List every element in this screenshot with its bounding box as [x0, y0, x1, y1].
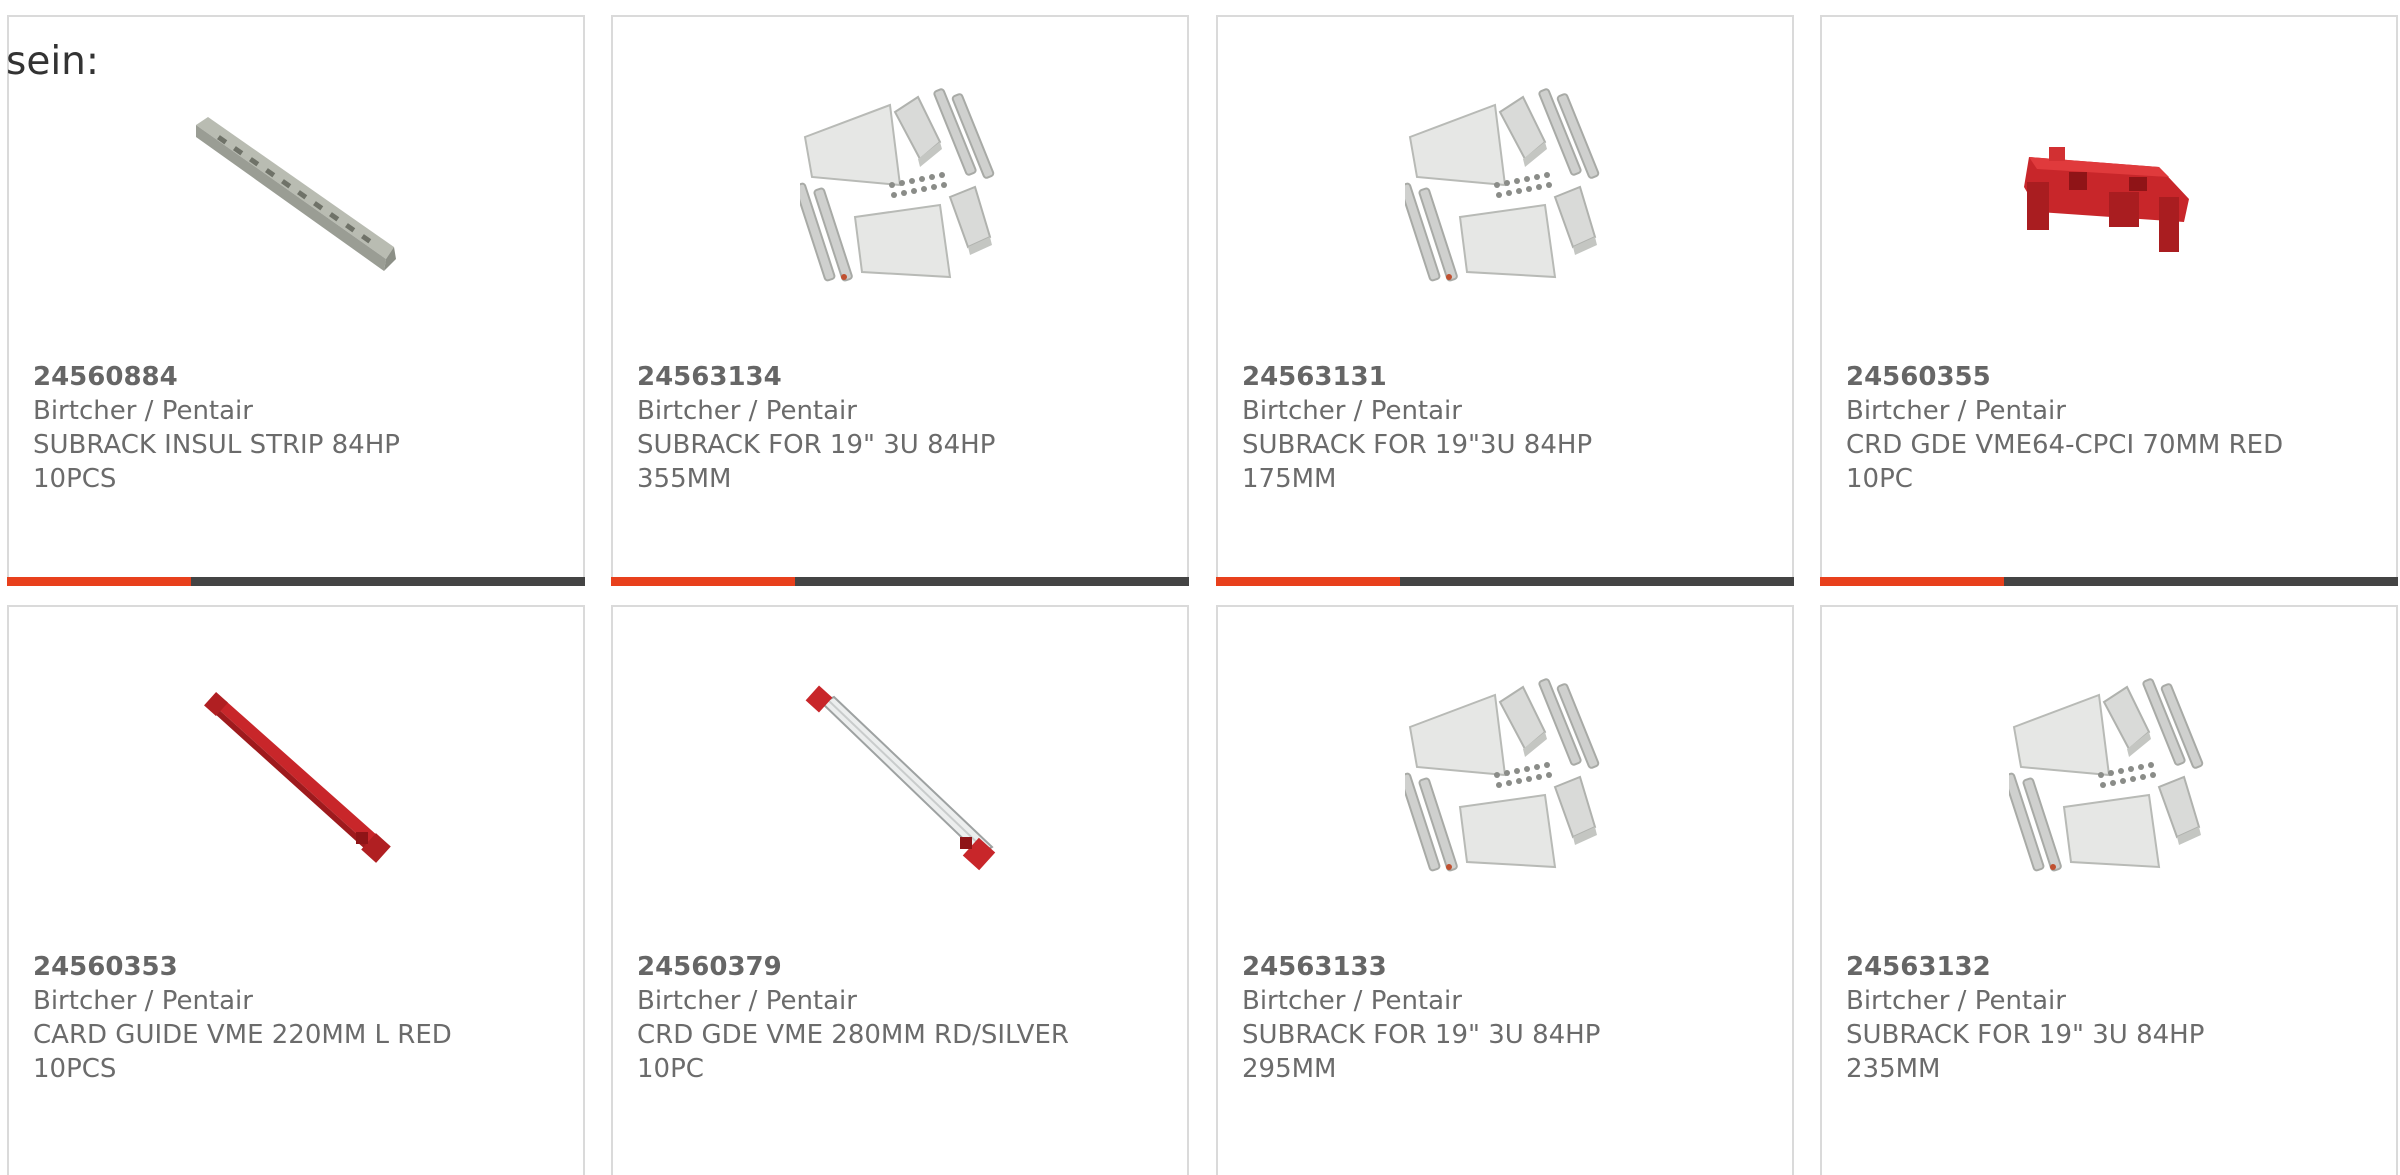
- product-card[interactable]: 24563131 Birtcher / Pentair SUBRACK FOR …: [1216, 15, 1794, 586]
- product-card[interactable]: 24560355 Birtcher / Pentair CRD GDE VME6…: [1820, 15, 2398, 586]
- insulating-strip-icon[interactable]: [196, 87, 396, 287]
- card-footer-bar: [1216, 577, 1794, 586]
- subrack-kit-icon[interactable]: [800, 87, 1000, 287]
- description-line-2: 10PCS: [33, 464, 117, 494]
- description-line-1: SUBRACK INSUL STRIP 84HP: [33, 430, 400, 460]
- description-line-1: SUBRACK FOR 19"3U 84HP: [1242, 430, 1593, 460]
- product-info: 24563131 Birtcher / Pentair SUBRACK FOR …: [1242, 360, 1762, 496]
- description-line-2: 10PC: [1846, 464, 1913, 494]
- card-footer-accent: [7, 577, 191, 586]
- card-footer-bar: [1820, 577, 2398, 586]
- manufacturer: Birtcher / Pentair: [1242, 396, 1462, 426]
- product-info: 24563132 Birtcher / Pentair SUBRACK FOR …: [1846, 950, 2366, 1086]
- card-footer-accent: [611, 577, 795, 586]
- description-line-2: 355MM: [637, 464, 732, 494]
- page-heading: sein:: [6, 39, 100, 84]
- product-info: 24560355 Birtcher / Pentair CRD GDE VME6…: [1846, 360, 2366, 496]
- manufacturer: Birtcher / Pentair: [637, 986, 857, 1016]
- subrack-kit-icon[interactable]: [2009, 677, 2209, 877]
- description-line-1: CRD GDE VME 280MM RD/SILVER: [637, 1020, 1069, 1050]
- description-line-2: 10PCS: [33, 1054, 117, 1084]
- part-number[interactable]: 24560884: [33, 360, 553, 394]
- red-card-guide-long-icon[interactable]: [196, 677, 396, 877]
- part-number[interactable]: 24560355: [1846, 360, 2366, 394]
- description-line-1: SUBRACK FOR 19" 3U 84HP: [1242, 1020, 1601, 1050]
- manufacturer: Birtcher / Pentair: [1846, 986, 2066, 1016]
- manufacturer: Birtcher / Pentair: [637, 396, 857, 426]
- product-info: 24560884 Birtcher / Pentair SUBRACK INSU…: [33, 360, 553, 496]
- part-number[interactable]: 24563134: [637, 360, 1157, 394]
- part-number[interactable]: 24563132: [1846, 950, 2366, 984]
- card-footer-bar: [7, 577, 585, 586]
- product-info: 24560353 Birtcher / Pentair CARD GUIDE V…: [33, 950, 553, 1086]
- description-line-2: 235MM: [1846, 1054, 1941, 1084]
- description-line-1: SUBRACK FOR 19" 3U 84HP: [1846, 1020, 2205, 1050]
- part-number[interactable]: 24560353: [33, 950, 553, 984]
- subrack-kit-icon[interactable]: [1405, 677, 1605, 877]
- description-line-2: 175MM: [1242, 464, 1337, 494]
- red-card-guide-short-icon[interactable]: [2009, 87, 2209, 287]
- product-info: 24563134 Birtcher / Pentair SUBRACK FOR …: [637, 360, 1157, 496]
- part-number[interactable]: 24563133: [1242, 950, 1762, 984]
- product-card[interactable]: 24563134 Birtcher / Pentair SUBRACK FOR …: [611, 15, 1189, 586]
- card-footer-bar: [611, 577, 1189, 586]
- description-line-1: SUBRACK FOR 19" 3U 84HP: [637, 430, 996, 460]
- product-card[interactable]: 24560353 Birtcher / Pentair CARD GUIDE V…: [7, 605, 585, 1175]
- manufacturer: Birtcher / Pentair: [1846, 396, 2066, 426]
- card-footer-accent: [1820, 577, 2004, 586]
- silver-card-guide-icon[interactable]: [800, 677, 1000, 877]
- manufacturer: Birtcher / Pentair: [33, 396, 253, 426]
- product-card[interactable]: 24560379 Birtcher / Pentair CRD GDE VME …: [611, 605, 1189, 1175]
- description-line-1: CRD GDE VME64-CPCI 70MM RED: [1846, 430, 2284, 460]
- part-number[interactable]: 24560379: [637, 950, 1157, 984]
- product-info: 24560379 Birtcher / Pentair CRD GDE VME …: [637, 950, 1157, 1086]
- description-line-2: 10PC: [637, 1054, 704, 1084]
- subrack-kit-icon[interactable]: [1405, 87, 1605, 287]
- card-footer-accent: [1216, 577, 1400, 586]
- product-card[interactable]: 24563132 Birtcher / Pentair SUBRACK FOR …: [1820, 605, 2398, 1175]
- product-card[interactable]: 24560884 Birtcher / Pentair SUBRACK INSU…: [7, 15, 585, 586]
- manufacturer: Birtcher / Pentair: [33, 986, 253, 1016]
- product-info: 24563133 Birtcher / Pentair SUBRACK FOR …: [1242, 950, 1762, 1086]
- product-card[interactable]: 24563133 Birtcher / Pentair SUBRACK FOR …: [1216, 605, 1794, 1175]
- part-number[interactable]: 24563131: [1242, 360, 1762, 394]
- manufacturer: Birtcher / Pentair: [1242, 986, 1462, 1016]
- description-line-2: 295MM: [1242, 1054, 1337, 1084]
- description-line-1: CARD GUIDE VME 220MM L RED: [33, 1020, 452, 1050]
